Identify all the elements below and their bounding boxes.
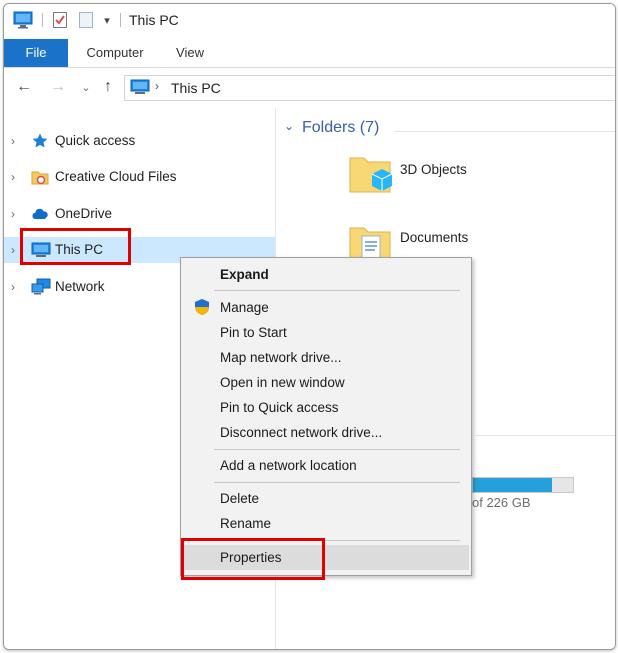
breadcrumb-chevron-icon[interactable]: ›	[155, 79, 159, 93]
menu-item-manage[interactable]: Manage	[183, 295, 469, 320]
menu-item-disconnect-network-drive[interactable]: Disconnect network drive...	[183, 420, 469, 445]
group-heading-rule	[394, 131, 615, 132]
drive-capacity-text: of 226 GB	[472, 495, 531, 510]
menu-item-label: Expand	[220, 267, 269, 282]
3d-objects-folder-icon[interactable]	[348, 152, 393, 196]
tab-computer[interactable]: Computer	[76, 39, 154, 67]
expand-chevron-icon[interactable]: ›	[11, 243, 15, 257]
menu-item-label: Disconnect network drive...	[220, 425, 383, 440]
nav-item-label: Creative Cloud Files	[55, 169, 177, 184]
new-folder-quick-access-icon[interactable]	[76, 10, 96, 30]
menu-item-label: Rename	[220, 516, 272, 531]
menu-item-pin-to-start[interactable]: Pin to Start	[183, 320, 469, 345]
onedrive-cloud-icon	[31, 205, 49, 223]
up-arrow-icon[interactable]: ↑	[98, 77, 118, 97]
menu-separator	[214, 540, 460, 541]
star-icon	[31, 132, 49, 150]
ribbon-tabs: File Computer View	[4, 39, 615, 68]
menu-separator	[214, 290, 460, 291]
forward-arrow-icon[interactable]: →	[48, 77, 68, 97]
nav-item-onedrive[interactable]: › OneDrive	[4, 201, 275, 227]
nav-item-label: This PC	[55, 242, 104, 257]
address-row: ← → ⌄ ↑ › This PC	[4, 70, 615, 104]
menu-item-open-in-new-window[interactable]: Open in new window	[183, 370, 469, 395]
nav-item-label: Network	[55, 279, 105, 294]
expand-chevron-icon[interactable]: ›	[11, 170, 15, 184]
menu-item-label: Manage	[220, 300, 269, 315]
menu-item-delete[interactable]: Delete	[183, 486, 469, 511]
breadcrumb-this-pc[interactable]: This PC	[171, 80, 221, 96]
this-pc-window-icon	[12, 10, 34, 30]
title-bar: ▾ This PC	[4, 4, 615, 36]
address-bar[interactable]: › This PC	[124, 75, 615, 101]
customize-quick-access-dropdown-icon[interactable]: ▾	[100, 10, 114, 30]
menu-item-label: Pin to Start	[220, 325, 287, 340]
window-title: This PC	[129, 12, 179, 28]
tab-file[interactable]: File	[4, 39, 68, 67]
menu-item-rename[interactable]: Rename	[183, 511, 469, 536]
uac-shield-icon	[193, 298, 211, 316]
menu-item-label: Open in new window	[220, 375, 345, 390]
creative-cloud-folder-icon	[31, 168, 49, 186]
expand-chevron-icon[interactable]: ›	[11, 207, 15, 221]
tab-view[interactable]: View	[164, 39, 216, 67]
computer-icon	[31, 241, 51, 259]
properties-quick-access-icon[interactable]	[50, 10, 70, 30]
menu-item-label: Properties	[220, 550, 282, 565]
menu-item-label: Add a network location	[220, 458, 357, 473]
menu-item-map-network-drive[interactable]: Map network drive...	[183, 345, 469, 370]
back-arrow-icon[interactable]: ←	[14, 77, 34, 97]
group-heading-folders[interactable]: Folders (7)	[302, 119, 379, 137]
folder-label-documents[interactable]: Documents	[400, 230, 468, 245]
menu-item-expand[interactable]: Expand	[183, 262, 469, 287]
recent-locations-chevron-icon[interactable]: ⌄	[76, 77, 96, 97]
nav-item-label: Quick access	[55, 133, 136, 148]
menu-item-pin-to-quick-access[interactable]: Pin to Quick access	[183, 395, 469, 420]
menu-separator	[214, 482, 460, 483]
drive-usage-bar	[472, 477, 574, 493]
menu-separator	[214, 449, 460, 450]
address-computer-icon	[130, 79, 150, 99]
menu-item-properties[interactable]: Properties	[183, 545, 469, 570]
menu-item-label: Map network drive...	[220, 350, 342, 365]
folder-label-3d-objects[interactable]: 3D Objects	[400, 162, 467, 177]
collapse-group-chevron-icon[interactable]: ⌄	[284, 119, 294, 133]
menu-item-label: Pin to Quick access	[220, 400, 339, 415]
drive-usage-fill	[473, 478, 552, 492]
nav-item-creative-cloud-files[interactable]: › Creative Cloud Files	[4, 164, 275, 190]
nav-item-label: OneDrive	[55, 206, 113, 221]
menu-item-label: Delete	[220, 491, 260, 506]
network-icon	[31, 278, 51, 296]
nav-item-quick-access[interactable]: › Quick access	[4, 128, 275, 154]
menu-item-add-network-location[interactable]: Add a network location	[183, 453, 469, 478]
devices-group-rule	[476, 435, 615, 436]
expand-chevron-icon[interactable]: ›	[11, 280, 15, 294]
expand-chevron-icon[interactable]: ›	[11, 134, 15, 148]
context-menu: Expand Manage Pin to Start Map network d…	[180, 257, 472, 576]
